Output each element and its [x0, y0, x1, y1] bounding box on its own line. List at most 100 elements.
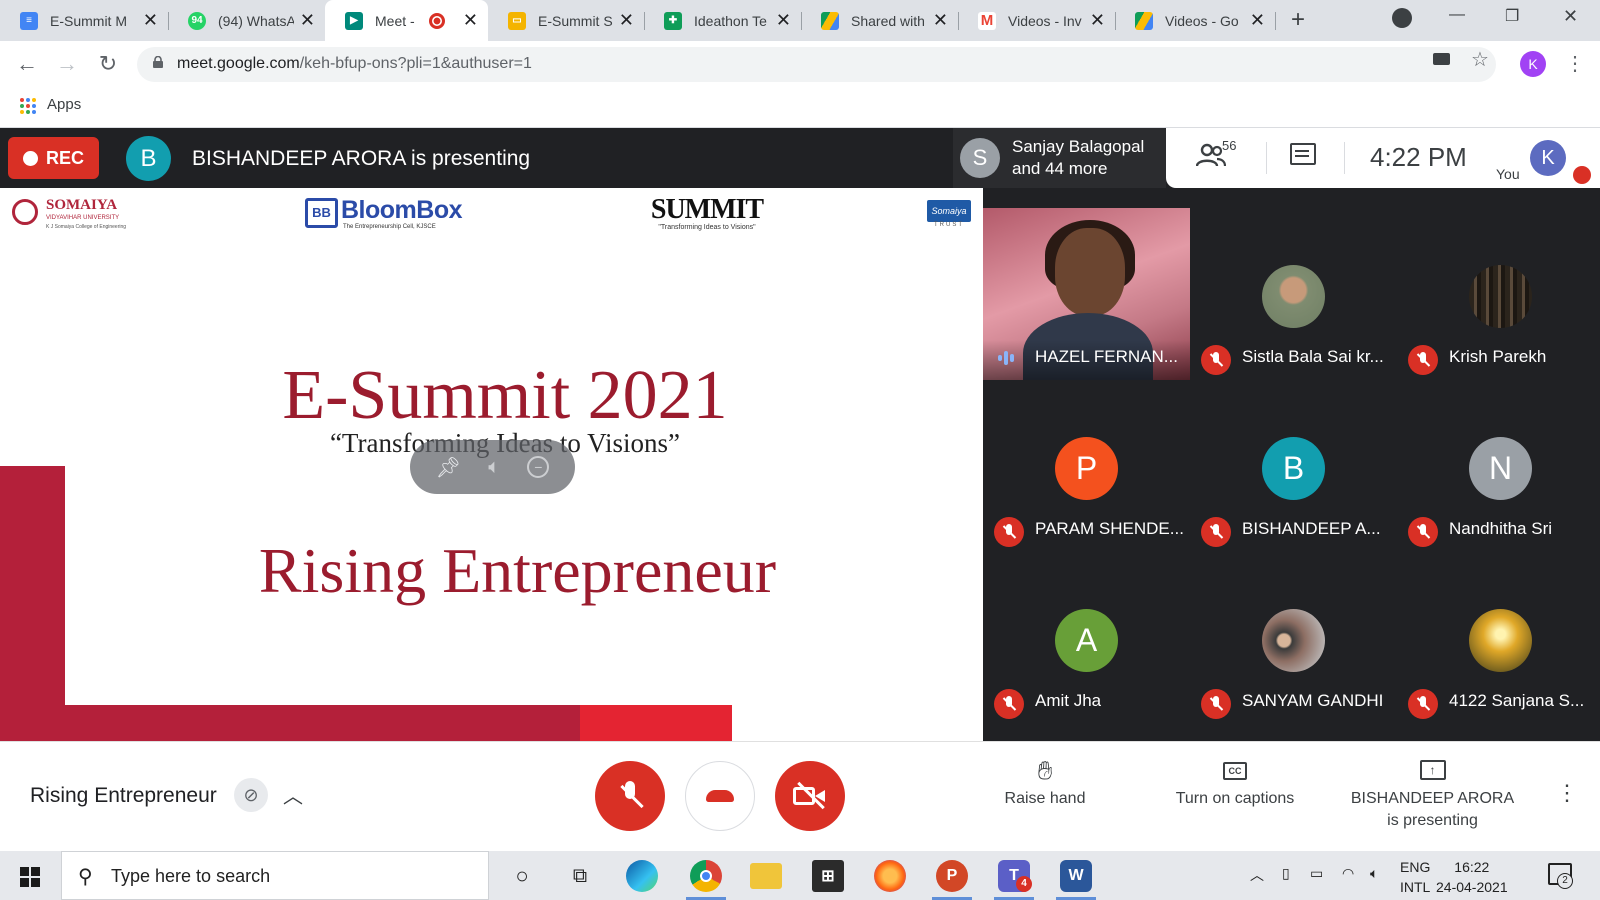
portrait-photo [1262, 265, 1325, 328]
more-options-icon[interactable]: ⋮ [1556, 780, 1578, 806]
camera-toggle-button[interactable] [775, 761, 845, 831]
file-explorer-icon[interactable] [750, 863, 782, 889]
close-icon[interactable]: ✕ [1090, 10, 1105, 31]
participant-tile[interactable]: SANYAM GANDHI [1190, 552, 1397, 724]
participant-tile[interactable]: HAZEL FERNAN... [983, 208, 1190, 393]
restore-button[interactable]: ❐ [1505, 6, 1519, 26]
powerpoint-icon[interactable]: P [936, 860, 968, 892]
presenting-button[interactable]: ↑ BISHANDEEP ARORA is presenting [1340, 756, 1525, 832]
store-icon[interactable]: ⊞ [812, 860, 844, 892]
wifi-icon[interactable]: ◠ [1342, 865, 1354, 882]
tab-meet[interactable]: ▶ Meet - ✕ [325, 0, 488, 41]
tab-shared-with[interactable]: Shared with ✕ [801, 0, 958, 41]
word-icon[interactable]: W [1060, 860, 1092, 892]
presenting-line1: BISHANDEEP ARORA [1350, 790, 1515, 807]
somaiya-trust-logo: Somaiya TRUST [927, 200, 971, 232]
somaiya-logo-sub: VIDYAVIHAR UNIVERSITY [46, 215, 120, 221]
firefox-icon[interactable] [874, 860, 906, 892]
camera-in-use-icon[interactable] [1433, 53, 1450, 65]
lang-code: ENG [1400, 859, 1431, 875]
hand-icon: ✋︎ [1037, 755, 1053, 785]
new-tab-button[interactable]: + [1291, 6, 1305, 34]
participant-tile[interactable]: N Nandhitha Sri [1397, 380, 1600, 552]
address-bar[interactable]: meet.google.com/keh-bfup-ons?pli=1&authu… [137, 47, 1496, 82]
tab-search-button[interactable] [1392, 8, 1412, 28]
teams-icon[interactable]: T4 [998, 860, 1032, 892]
close-icon[interactable]: ✕ [776, 10, 791, 31]
apps-grid-icon[interactable] [20, 98, 36, 114]
self-avatar[interactable]: K [1530, 140, 1566, 176]
close-icon[interactable]: ✕ [1250, 10, 1265, 31]
volume-icon[interactable]: 🔈︎ [488, 456, 500, 479]
raise-hand-button[interactable]: ✋︎ Raise hand [995, 756, 1095, 808]
raise-hand-label: Raise hand [1004, 790, 1086, 807]
active-speakers-chip[interactable]: S Sanjay Balagopal and 44 more [953, 128, 1166, 188]
slide-decoration-bottom-accent [580, 705, 732, 741]
participant-tile[interactable]: B BISHANDEEP A... [1190, 380, 1397, 552]
close-icon[interactable]: ✕ [933, 10, 948, 31]
taskbar-search[interactable]: ⚲ Type here to search [61, 851, 489, 900]
reload-button[interactable]: ↻ [96, 51, 120, 77]
participant-tile[interactable]: A Amit Jha [983, 552, 1190, 724]
tab-whatsapp[interactable]: 94 (94) WhatsA ✕ [168, 0, 325, 41]
profile-avatar[interactable]: K [1520, 51, 1546, 77]
apps-bookmark[interactable]: Apps [47, 96, 81, 113]
close-icon[interactable]: ✕ [619, 10, 634, 31]
window-close-button[interactable]: ✕ [1563, 6, 1578, 27]
participant-tile[interactable]: 4122 Sanjana S... [1397, 552, 1600, 724]
participant-name: SANYAM GANDHI [1242, 691, 1384, 710]
device-icon[interactable]: ▯ [1282, 865, 1290, 882]
participant-tile[interactable]: Krish Parekh [1397, 208, 1600, 380]
muted-mic-icon [1201, 517, 1231, 547]
system-clock[interactable]: 16:22 24-04-2021 [1436, 857, 1508, 897]
presenter-avatar: B [126, 136, 171, 181]
presenting-line2: is presenting [1387, 812, 1478, 829]
tab-ideathon-sheet[interactable]: ✚ Ideathon Te ✕ [644, 0, 801, 41]
recording-badge[interactable]: REC [8, 137, 99, 179]
input-language[interactable]: ENG INTL [1400, 857, 1430, 897]
meet-bottom-controls: Rising Entrepreneur ⊘ ︿ ✋︎ Raise hand CC… [0, 741, 1600, 851]
participant-tile[interactable]: Sistla Bala Sai kr... [1190, 208, 1397, 380]
pin-icon[interactable]: 📌︎ [436, 455, 461, 480]
divider [1266, 142, 1267, 174]
present-screen-icon: ↑ [1419, 760, 1446, 780]
meet-top-bar: REC B BISHANDEEP ARORA is presenting S S… [0, 128, 1600, 188]
participant-count: 56 [1222, 138, 1237, 153]
video-feed-face [1055, 228, 1125, 316]
meeting-name[interactable]: Rising Entrepreneur [30, 784, 217, 808]
minimize-button[interactable]: — [1449, 6, 1465, 24]
close-icon[interactable]: ✕ [463, 10, 478, 31]
bookmark-star-icon[interactable]: ☆ [1471, 47, 1489, 72]
participant-tile[interactable]: P PARAM SHENDE... [983, 380, 1190, 552]
forward-button[interactable]: → [55, 51, 79, 77]
task-view-icon[interactable]: ⧉ [564, 860, 596, 892]
chevron-up-icon[interactable]: ︿ [283, 780, 303, 809]
battery-icon[interactable]: ▭ [1310, 865, 1323, 882]
close-icon[interactable]: ✕ [300, 10, 315, 31]
tab-drive-videos[interactable]: Videos - Go ✕ [1115, 0, 1275, 41]
browser-menu-icon[interactable]: ⋮ [1565, 51, 1585, 76]
back-button[interactable]: ← [15, 51, 39, 77]
divider [1344, 142, 1345, 174]
sheets-icon: ✚ [664, 11, 682, 30]
edge-icon[interactable] [626, 860, 658, 892]
chrome-icon[interactable] [690, 860, 722, 892]
windows-start-icon[interactable] [20, 867, 40, 887]
tab-esummit-doc[interactable]: ≡ E-Summit M ✕ [0, 0, 168, 41]
speaker-text: Sanjay Balagopal and 44 more [1012, 136, 1144, 180]
chat-icon[interactable] [1290, 143, 1316, 165]
captions-button[interactable]: CC Turn on captions [1160, 756, 1310, 808]
tab-esummit-slides[interactable]: ▭ E-Summit S ✕ [488, 0, 644, 41]
microphone-toggle-button[interactable] [595, 761, 665, 831]
rec-label: REC [45, 147, 84, 168]
cortana-icon[interactable]: ○ [506, 860, 538, 892]
show-hidden-icons-chevron[interactable]: ︿ [1250, 865, 1264, 885]
remove-icon[interactable]: − [527, 456, 550, 478]
attachment-icon[interactable]: ⊘ [234, 778, 268, 812]
record-dot-icon [22, 150, 38, 166]
volume-icon[interactable]: 🔈︎ [1370, 865, 1378, 882]
leave-call-button[interactable] [685, 761, 755, 831]
close-icon[interactable]: ✕ [143, 10, 158, 31]
tab-gmail-videos[interactable]: M Videos - Inv ✕ [958, 0, 1115, 41]
slide-title: E-Summit 2021 [282, 357, 728, 434]
